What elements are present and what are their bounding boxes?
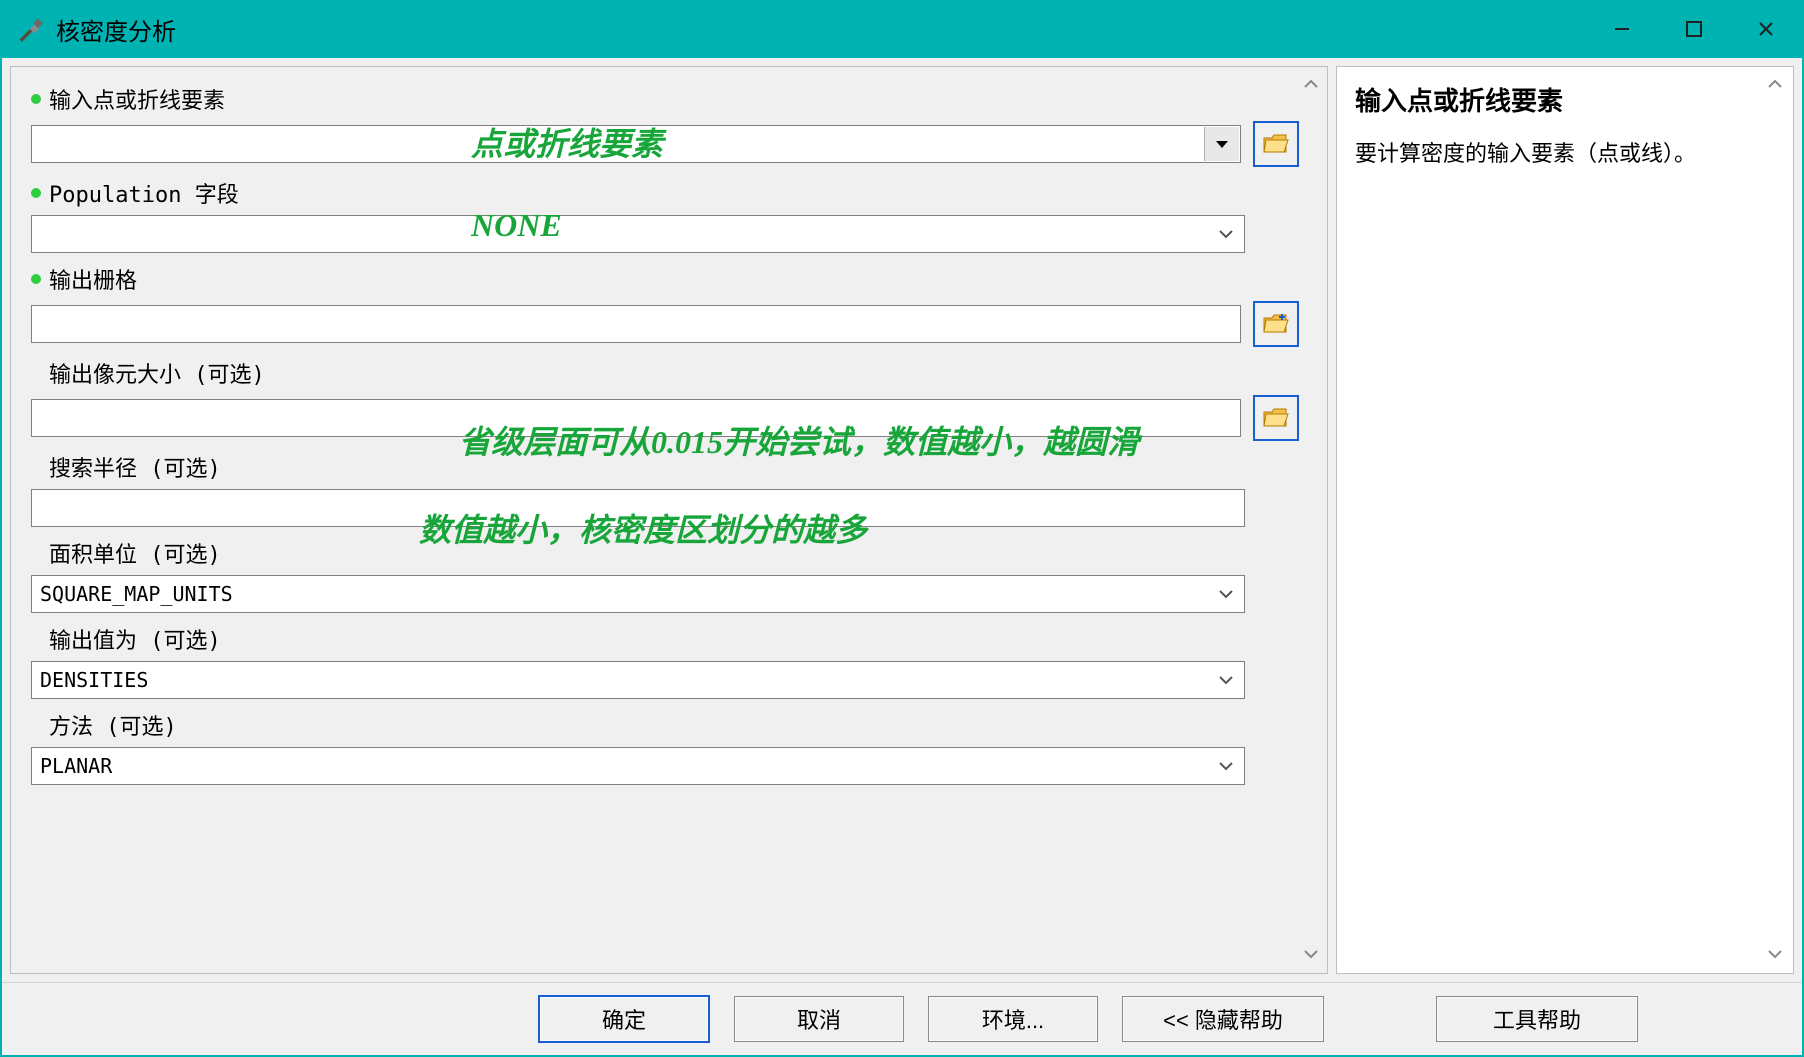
- window-title: 核密度分析: [56, 12, 176, 47]
- label-text: 方法 (可选): [49, 709, 177, 741]
- field-area-units: 面积单位 (可选): [31, 537, 1299, 613]
- hide-help-button[interactable]: << 隐藏帮助: [1122, 996, 1324, 1042]
- output-values-combo[interactable]: [31, 661, 1245, 699]
- input-features-combo[interactable]: [31, 125, 1241, 163]
- label-text: 输出栅格: [49, 263, 137, 295]
- cancel-button[interactable]: 取消: [734, 996, 904, 1042]
- browse-output-raster-button[interactable]: [1253, 301, 1299, 347]
- scroll-down-icon[interactable]: [1301, 945, 1321, 965]
- close-button[interactable]: [1730, 2, 1802, 56]
- tool-help-button[interactable]: 工具帮助: [1436, 996, 1638, 1042]
- population-combo[interactable]: [31, 215, 1245, 253]
- label-input-features: 输入点或折线要素: [31, 83, 1299, 115]
- field-search-radius: 搜索半径 (可选): [31, 451, 1299, 527]
- field-output-values: 输出值为 (可选): [31, 623, 1299, 699]
- label-cell-size: 输出像元大小 (可选): [31, 357, 1299, 389]
- dialog-button-row: 确定 取消 环境... << 隐藏帮助 工具帮助: [2, 982, 1802, 1055]
- label-text: 搜索半径 (可选): [49, 451, 221, 483]
- form-scrollbar[interactable]: [1297, 75, 1325, 965]
- field-cell-size: 输出像元大小 (可选): [31, 357, 1299, 441]
- label-text: 输入点或折线要素: [49, 83, 225, 115]
- browse-cell-size-button[interactable]: [1253, 395, 1299, 441]
- required-dot-icon: [31, 94, 41, 104]
- field-method: 方法 (可选): [31, 709, 1299, 785]
- label-text: 面积单位 (可选): [49, 537, 221, 569]
- parameters-scroll: 输入点或折线要素 点或折线要素: [11, 67, 1327, 973]
- help-scrollbar[interactable]: [1761, 75, 1789, 965]
- dropdown-button[interactable]: [1209, 217, 1243, 251]
- field-output-raster: 输出栅格: [31, 263, 1299, 347]
- scroll-up-icon[interactable]: [1301, 75, 1321, 95]
- dialog-body: 输入点或折线要素 点或折线要素: [2, 56, 1802, 982]
- maximize-button[interactable]: [1658, 2, 1730, 56]
- label-output-raster: 输出栅格: [31, 263, 1299, 295]
- output-values-input[interactable]: [31, 661, 1245, 699]
- search-radius-input[interactable]: [31, 489, 1245, 527]
- method-combo[interactable]: [31, 747, 1245, 785]
- environments-button[interactable]: 环境...: [928, 996, 1098, 1042]
- dropdown-button[interactable]: [1209, 577, 1243, 611]
- hammer-icon: [16, 15, 44, 43]
- help-title: 输入点或折线要素: [1355, 81, 1753, 118]
- label-search-radius: 搜索半径 (可选): [31, 451, 1299, 483]
- help-body: 要计算密度的输入要素（点或线）。: [1355, 136, 1753, 171]
- required-dot-icon: [31, 274, 41, 284]
- dialog-window: 核密度分析 输入点或折线要素: [0, 0, 1804, 1057]
- label-method: 方法 (可选): [31, 709, 1299, 741]
- area-units-combo[interactable]: [31, 575, 1245, 613]
- population-input[interactable]: [31, 215, 1245, 253]
- ok-button[interactable]: 确定: [538, 995, 710, 1043]
- help-panel: 输入点或折线要素 要计算密度的输入要素（点或线）。: [1336, 66, 1794, 974]
- scroll-down-icon[interactable]: [1765, 945, 1785, 965]
- label-population: Population 字段: [31, 177, 1299, 209]
- dropdown-button[interactable]: [1209, 749, 1243, 783]
- titlebar[interactable]: 核密度分析: [2, 2, 1802, 56]
- required-dot-icon: [31, 188, 41, 198]
- parameters-panel: 输入点或折线要素 点或折线要素: [10, 66, 1328, 974]
- method-input[interactable]: [31, 747, 1245, 785]
- dropdown-button[interactable]: [1204, 127, 1239, 161]
- minimize-button[interactable]: [1586, 2, 1658, 56]
- label-text: 输出像元大小 (可选): [49, 357, 265, 389]
- browse-input-features-button[interactable]: [1253, 121, 1299, 167]
- area-units-input[interactable]: [31, 575, 1245, 613]
- label-output-values: 输出值为 (可选): [31, 623, 1299, 655]
- field-population: Population 字段 NONE: [31, 177, 1299, 253]
- scroll-up-icon[interactable]: [1765, 75, 1785, 95]
- output-raster-input[interactable]: [31, 305, 1241, 343]
- field-input-features: 输入点或折线要素 点或折线要素: [31, 83, 1299, 167]
- cell-size-input[interactable]: [31, 399, 1241, 437]
- dropdown-button[interactable]: [1209, 663, 1243, 697]
- label-text: 输出值为 (可选): [49, 623, 221, 655]
- label-area-units: 面积单位 (可选): [31, 537, 1299, 569]
- input-features-input[interactable]: [31, 125, 1241, 163]
- label-text: Population 字段: [49, 177, 239, 209]
